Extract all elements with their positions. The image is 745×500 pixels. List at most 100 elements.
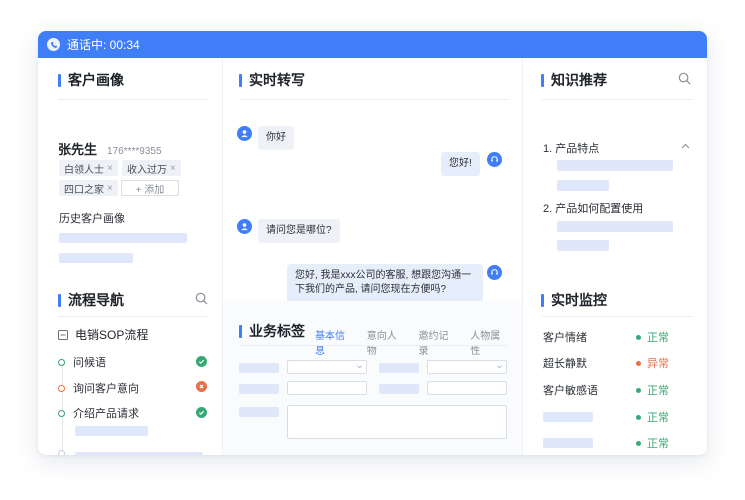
textarea-field[interactable] <box>287 405 507 439</box>
flow-step[interactable]: 问候语 <box>58 354 106 370</box>
monitor-label: 客户敏感语 <box>543 385 598 397</box>
profile-title: 客户画像 <box>68 72 124 88</box>
search-icon[interactable] <box>678 72 691 85</box>
placeholder-bar <box>557 160 673 171</box>
chevron-down-icon <box>497 365 502 369</box>
close-icon[interactable]: × <box>107 163 113 174</box>
user-icon <box>237 126 252 141</box>
user-icon <box>237 219 252 234</box>
dropdown-field[interactable] <box>287 360 367 374</box>
status-badge: 异常 <box>636 355 669 371</box>
flow-step[interactable]: 介绍产品请求 <box>58 405 139 421</box>
monitor-row: 超长静默 异常 <box>543 355 707 371</box>
business-tags-panel: 业务标签 基本信息 意向人物 邀约记录 人物属性 <box>223 301 522 455</box>
monitor-header: 实时监控 <box>541 290 607 310</box>
section-accent-bar <box>239 324 242 338</box>
tab-invitation-record[interactable]: 邀约记录 <box>419 327 457 357</box>
field-label-placeholder <box>379 384 419 394</box>
placeholder-bar <box>75 452 203 455</box>
left-column: 客户画像 张先生 176****9355 白领人士 × 收入过万 × 四口之家 × +… <box>38 58 223 455</box>
placeholder-bar <box>557 180 609 191</box>
section-accent-bar <box>58 293 61 307</box>
section-accent-bar <box>239 73 242 87</box>
customer-phone: 176****9355 <box>107 146 162 157</box>
call-status-bar: 通话中: 00:34 <box>38 31 707 58</box>
section-accent-bar <box>541 73 544 87</box>
chevron-down-icon <box>357 365 362 369</box>
step-dot <box>58 450 65 455</box>
field-label-placeholder <box>239 384 279 394</box>
text-field[interactable] <box>287 381 367 395</box>
customer-name: 张先生 <box>58 142 98 157</box>
placeholder-bar <box>543 412 593 422</box>
add-tag-button[interactable]: + 添加 <box>121 180 179 196</box>
tag-label: 收入过万 <box>127 164 167 176</box>
chat-message: 你好 <box>258 126 294 150</box>
status-badge: 正常 <box>636 409 669 425</box>
close-icon <box>196 381 207 392</box>
status-text: 正常 <box>647 385 669 397</box>
monitor-row: 客户情绪 正常 <box>543 329 707 345</box>
status-dot <box>636 360 641 366</box>
chat-message: 您好! <box>441 152 480 176</box>
knowledge-item[interactable]: 2. 产品如何配置使用 <box>543 200 643 216</box>
search-icon[interactable] <box>195 292 208 305</box>
status-text: 正常 <box>647 438 669 450</box>
status-badge: 正常 <box>636 382 669 398</box>
chevron-up-icon[interactable] <box>681 143 690 149</box>
text-field[interactable] <box>427 381 507 395</box>
flow-title: 流程导航 <box>68 292 124 308</box>
tab-basic-info[interactable]: 基本信息 <box>315 327 353 357</box>
tab-intended-person[interactable]: 意向人物 <box>367 327 405 357</box>
status-badge: 正常 <box>636 329 669 345</box>
customer-tag[interactable]: 白领人士 × <box>59 160 118 176</box>
placeholder-bar <box>59 253 133 263</box>
call-assistant-panel: 通话中: 00:34 客户画像 张先生 176****9355 白领人士 × 收入… <box>38 31 707 455</box>
monitor-row: 客户敏感语 正常 <box>543 382 707 398</box>
flow-step[interactable]: 询问客户意向 <box>58 380 139 396</box>
customer-name-row: 张先生 176****9355 <box>58 139 162 158</box>
status-dot <box>636 414 641 420</box>
chat-message: 请问您是哪位? <box>258 219 340 243</box>
step-dot <box>58 384 65 392</box>
phone-icon <box>47 38 60 51</box>
field-label-placeholder <box>379 363 419 373</box>
customer-tag[interactable]: 四口之家 × <box>59 180 118 196</box>
transcript-title: 实时转写 <box>249 72 305 88</box>
flow-step <box>58 450 73 455</box>
monitor-row: 正常 <box>543 409 707 425</box>
monitor-label: 客户情绪 <box>543 332 587 344</box>
history-profile-label[interactable]: 历史客户画像 <box>59 210 125 226</box>
step-label: 问候语 <box>73 357 106 369</box>
business-tabs: 基本信息 意向人物 邀约记录 人物属性 <box>315 327 522 357</box>
customer-tag[interactable]: 收入过万 × <box>122 160 181 176</box>
placeholder-bar <box>557 221 673 232</box>
close-icon[interactable]: × <box>107 183 113 194</box>
status-text: 正常 <box>647 332 669 344</box>
placeholder-bar <box>543 438 593 448</box>
status-dot <box>636 334 641 340</box>
collapse-icon[interactable] <box>58 329 68 340</box>
divider <box>541 316 693 317</box>
status-text: 异常 <box>647 358 669 370</box>
sop-flow-title: 电销SOP流程 <box>75 328 149 342</box>
divider <box>239 345 508 346</box>
check-icon <box>196 407 207 418</box>
section-accent-bar <box>541 293 544 307</box>
monitor-row: 正常 <box>543 435 707 451</box>
flow-header: 流程导航 <box>58 290 124 310</box>
check-icon <box>196 356 207 367</box>
knowledge-item[interactable]: 1. 产品特点 <box>543 140 599 156</box>
business-title: 业务标签 <box>249 323 305 339</box>
dropdown-field[interactable] <box>427 360 507 374</box>
close-icon[interactable]: × <box>170 163 176 174</box>
section-accent-bar <box>58 73 61 87</box>
status-dot <box>636 387 641 393</box>
sop-flow-toggle[interactable]: 电销SOP流程 <box>58 326 148 343</box>
step-dot <box>58 409 65 417</box>
field-label-placeholder <box>239 407 279 417</box>
tab-person-attributes[interactable]: 人物属性 <box>470 327 508 357</box>
field-label-placeholder <box>239 363 279 373</box>
step-label: 询问客户意向 <box>73 383 139 395</box>
right-column: 知识推荐 1. 产品特点 2. 产品如何配置使用 实时监控 客户情绪 正常 超长… <box>523 58 707 455</box>
